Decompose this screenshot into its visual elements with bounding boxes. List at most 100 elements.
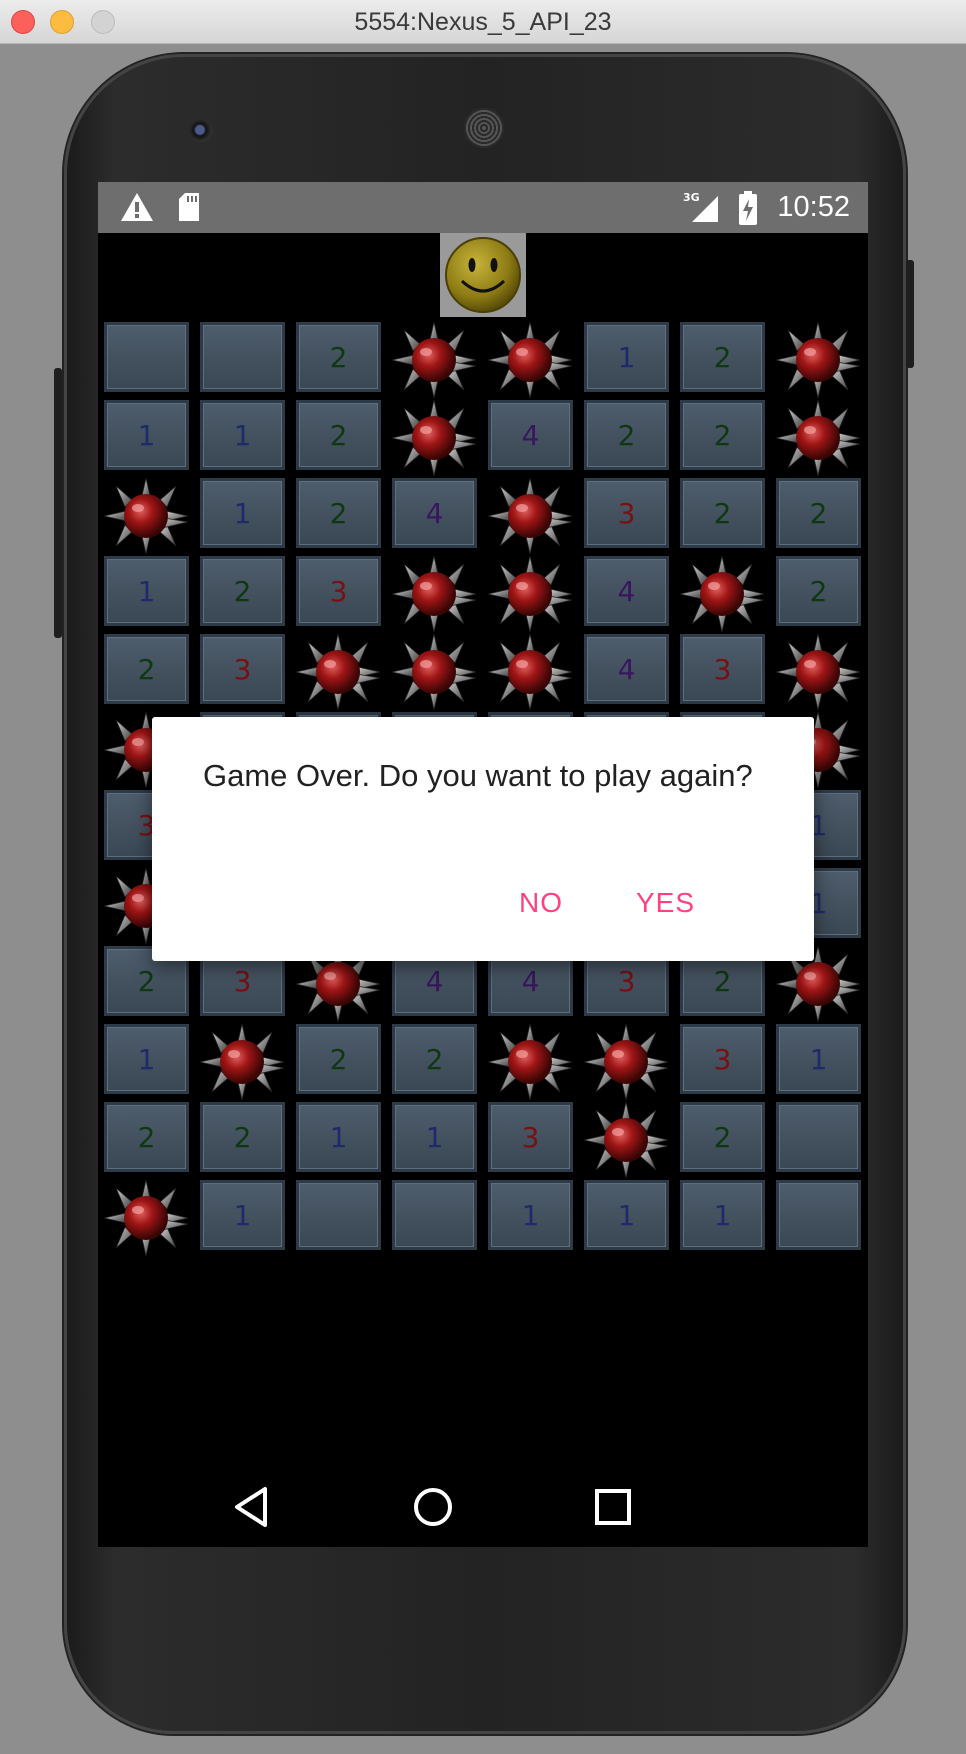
cell-tile: 1: [104, 556, 189, 626]
mine-cell[interactable]: [296, 634, 381, 710]
mine-icon: [104, 1180, 189, 1256]
number-cell[interactable]: 1: [104, 556, 189, 626]
number-cell[interactable]: 3: [680, 1024, 765, 1094]
mine-cell[interactable]: [680, 556, 765, 632]
cell-tile: [200, 322, 285, 392]
number-cell[interactable]: 2: [104, 634, 189, 704]
cell-tile: 1: [776, 1024, 861, 1094]
number-cell[interactable]: 2: [104, 1102, 189, 1172]
cell-tile: [392, 1180, 477, 1250]
empty-cell[interactable]: [776, 1102, 861, 1172]
mine-cell[interactable]: [584, 1102, 669, 1178]
cell-tile: 2: [296, 1024, 381, 1094]
number-cell[interactable]: 1: [584, 322, 669, 392]
front-camera: [190, 120, 212, 142]
number-cell[interactable]: 2: [296, 478, 381, 548]
game-over-dialog: Game Over. Do you want to play again? NO…: [152, 717, 814, 961]
yes-button[interactable]: YES: [636, 887, 695, 919]
number-cell[interactable]: 1: [584, 1180, 669, 1250]
number-cell[interactable]: 1: [104, 1024, 189, 1094]
cell-tile: [296, 1180, 381, 1250]
empty-cell[interactable]: [104, 322, 189, 392]
number-cell[interactable]: 2: [776, 478, 861, 548]
mine-icon: [296, 634, 381, 710]
mine-cell[interactable]: [392, 634, 477, 710]
cell-tile: 2: [680, 400, 765, 470]
mine-cell[interactable]: [488, 322, 573, 398]
cell-tile: [776, 1180, 861, 1250]
number-cell[interactable]: 1: [488, 1180, 573, 1250]
number-cell[interactable]: 3: [680, 634, 765, 704]
number-cell[interactable]: 2: [584, 400, 669, 470]
number-cell[interactable]: 4: [488, 400, 573, 470]
number-cell[interactable]: 1: [104, 400, 189, 470]
recents-icon[interactable]: [585, 1479, 641, 1535]
number-cell[interactable]: 2: [680, 1102, 765, 1172]
new-game-smiley-button[interactable]: [440, 233, 526, 317]
number-cell[interactable]: 2: [200, 1102, 285, 1172]
number-cell[interactable]: 2: [392, 1024, 477, 1094]
cell-tile: 2: [296, 478, 381, 548]
status-clock: 10:52: [777, 191, 850, 223]
empty-cell[interactable]: [296, 1180, 381, 1250]
number-cell[interactable]: 1: [680, 1180, 765, 1250]
cell-tile: 1: [104, 400, 189, 470]
number-cell[interactable]: 2: [296, 322, 381, 392]
number-cell[interactable]: 3: [200, 634, 285, 704]
home-icon[interactable]: [405, 1479, 461, 1535]
mine-cell[interactable]: [488, 634, 573, 710]
empty-cell[interactable]: [776, 1180, 861, 1250]
number-cell[interactable]: 1: [200, 478, 285, 548]
number-cell[interactable]: 3: [296, 556, 381, 626]
number-cell[interactable]: 1: [200, 1180, 285, 1250]
mine-cell[interactable]: [392, 322, 477, 398]
number-cell[interactable]: 2: [680, 322, 765, 392]
mine-cell[interactable]: [776, 400, 861, 476]
number-cell[interactable]: 2: [776, 556, 861, 626]
number-cell[interactable]: 2: [200, 556, 285, 626]
number-cell[interactable]: 2: [296, 1024, 381, 1094]
mine-cell[interactable]: [776, 322, 861, 398]
cell-tile: 2: [584, 400, 669, 470]
mine-cell[interactable]: [488, 556, 573, 632]
number-cell[interactable]: 4: [392, 478, 477, 548]
number-cell[interactable]: 3: [488, 1102, 573, 1172]
mine-cell[interactable]: [584, 1024, 669, 1100]
navigation-bar: [98, 1467, 868, 1547]
mine-cell[interactable]: [776, 634, 861, 710]
number-cell[interactable]: 3: [584, 478, 669, 548]
number-cell[interactable]: 2: [680, 400, 765, 470]
empty-cell[interactable]: [392, 1180, 477, 1250]
mine-cell[interactable]: [392, 400, 477, 476]
empty-cell[interactable]: [200, 322, 285, 392]
cell-tile: 1: [200, 400, 285, 470]
number-cell[interactable]: 1: [200, 400, 285, 470]
number-cell[interactable]: 2: [680, 478, 765, 548]
mine-icon: [584, 1102, 669, 1178]
mine-cell[interactable]: [104, 478, 189, 554]
back-icon[interactable]: [225, 1479, 281, 1535]
cell-tile: 2: [296, 322, 381, 392]
number-cell[interactable]: 4: [584, 556, 669, 626]
mine-cell[interactable]: [392, 556, 477, 632]
mine-cell[interactable]: [104, 1180, 189, 1256]
cell-tile: [104, 322, 189, 392]
mine-cell[interactable]: [488, 1024, 573, 1100]
cell-tile: 2: [392, 1024, 477, 1094]
number-cell[interactable]: 4: [584, 634, 669, 704]
mine-icon: [392, 556, 477, 632]
cell-tile: 2: [296, 400, 381, 470]
mine-cell[interactable]: [488, 478, 573, 554]
mine-icon: [200, 1024, 285, 1100]
number-cell[interactable]: 1: [776, 1024, 861, 1094]
cell-tile: 2: [680, 1102, 765, 1172]
light-sensor: [772, 124, 782, 134]
number-cell[interactable]: 2: [296, 400, 381, 470]
cell-tile: 2: [104, 1102, 189, 1172]
mine-icon: [392, 634, 477, 710]
number-cell[interactable]: 1: [296, 1102, 381, 1172]
mine-cell[interactable]: [200, 1024, 285, 1100]
no-button[interactable]: NO: [519, 887, 563, 919]
number-cell[interactable]: 1: [392, 1102, 477, 1172]
cell-tile: 4: [584, 634, 669, 704]
